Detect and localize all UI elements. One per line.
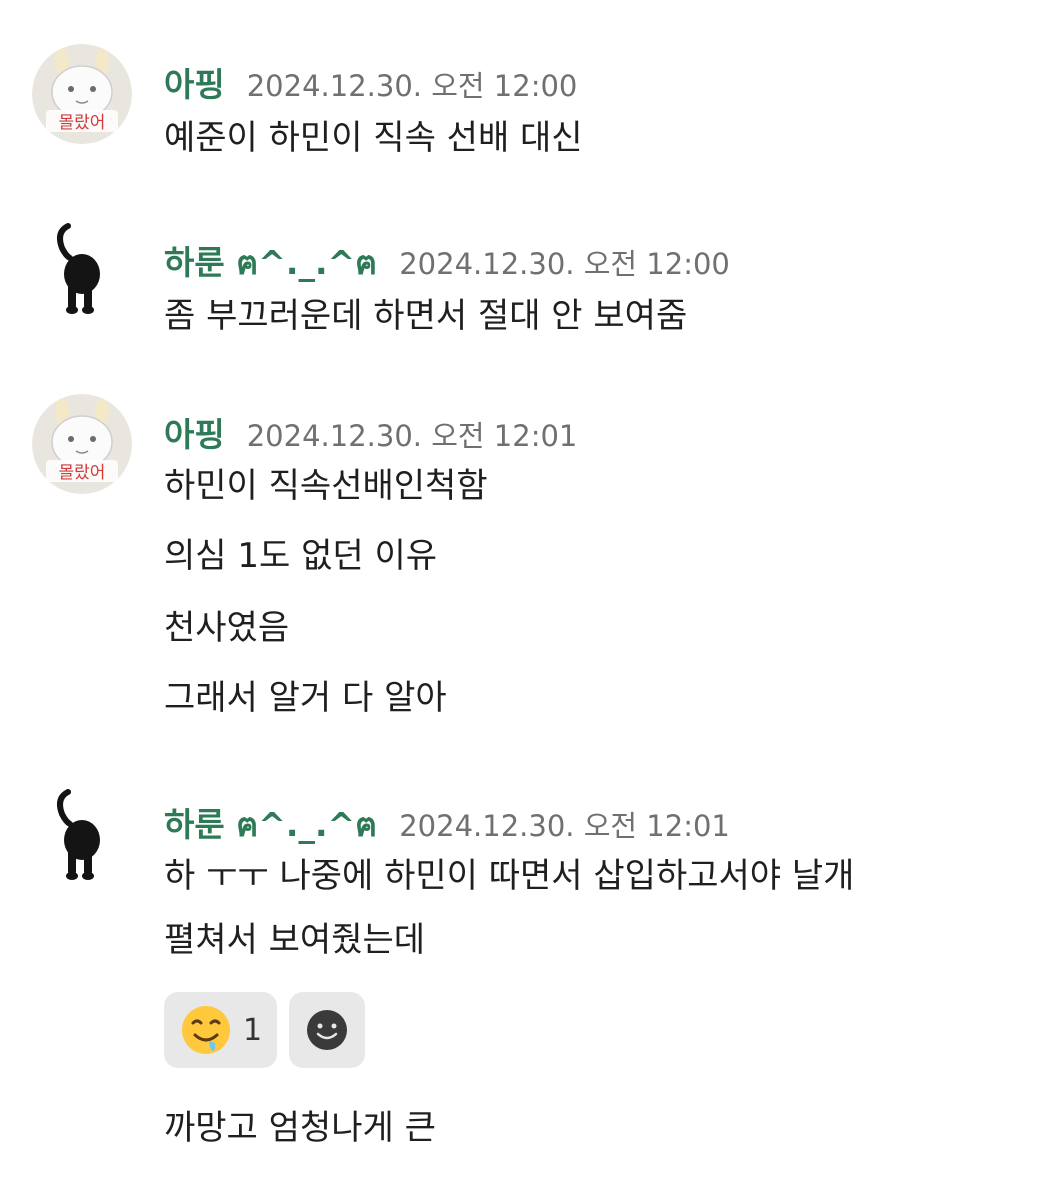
message-text: 까망고 엄청나게 큰 [164, 1108, 436, 1148]
message-header: 하룬 ฅ^._.^ฅ 2024.12.30. 오전 12:01 [164, 798, 730, 844]
message-header: 아핑 2024.12.30. 오전 12:01 [164, 408, 577, 454]
drooling-face-icon [181, 1006, 230, 1054]
reaction-count: 1 [242, 1012, 263, 1048]
avatar-caption: 몰랐어 [58, 463, 106, 483]
user-avatar[interactable]: 몰랐어 [32, 394, 132, 494]
message-text: 천사였음 [164, 608, 290, 648]
username[interactable]: 하룬 ฅ^._.^ฅ [164, 798, 377, 851]
message-text: 그래서 알거 다 알아 [164, 678, 447, 718]
black-cat-avatar-icon [57, 223, 100, 314]
message-text: 예준이 하민이 직속 선배 대신 [164, 118, 583, 158]
username[interactable]: 아핑 [164, 58, 225, 106]
message-text: 의심 1도 없던 이유 [164, 536, 438, 576]
timestamp: 2024.12.30. 오전 12:00 [399, 247, 730, 281]
timestamp: 2024.12.30. 오전 12:00 [246, 69, 578, 103]
reactions-bar: 1 [164, 992, 365, 1068]
username[interactable]: 아핑 [164, 408, 225, 456]
timestamp: 2024.12.30. 오전 12:01 [399, 809, 730, 843]
user-avatar[interactable] [48, 788, 118, 888]
message-text: 좀 부끄러운데 하면서 절대 안 보여줌 [164, 296, 688, 336]
username[interactable]: 하룬 ฅ^._.^ฅ [164, 236, 377, 289]
user-avatar[interactable] [48, 222, 118, 322]
message-text: 펼쳐서 보여줬는데 [164, 920, 426, 960]
message-text: 하 ㅜㅜ 나중에 하민이 따면서 삽입하고서야 날개 [164, 856, 855, 896]
add-reaction-button[interactable] [289, 992, 365, 1068]
reaction-chip[interactable]: 1 [164, 992, 277, 1068]
message-header: 아핑 2024.12.30. 오전 12:00 [164, 58, 577, 104]
avatar-caption: 몰랐어 [58, 113, 106, 133]
black-cat-avatar-icon [57, 789, 100, 880]
message-text: 하민이 직속선배인척함 [164, 466, 488, 506]
message-header: 하룬 ฅ^._.^ฅ 2024.12.30. 오전 12:00 [164, 236, 730, 282]
timestamp: 2024.12.30. 오전 12:01 [246, 419, 578, 453]
user-avatar[interactable]: 몰랐어 [32, 44, 132, 144]
add-reaction-smiley-icon [307, 1010, 347, 1050]
